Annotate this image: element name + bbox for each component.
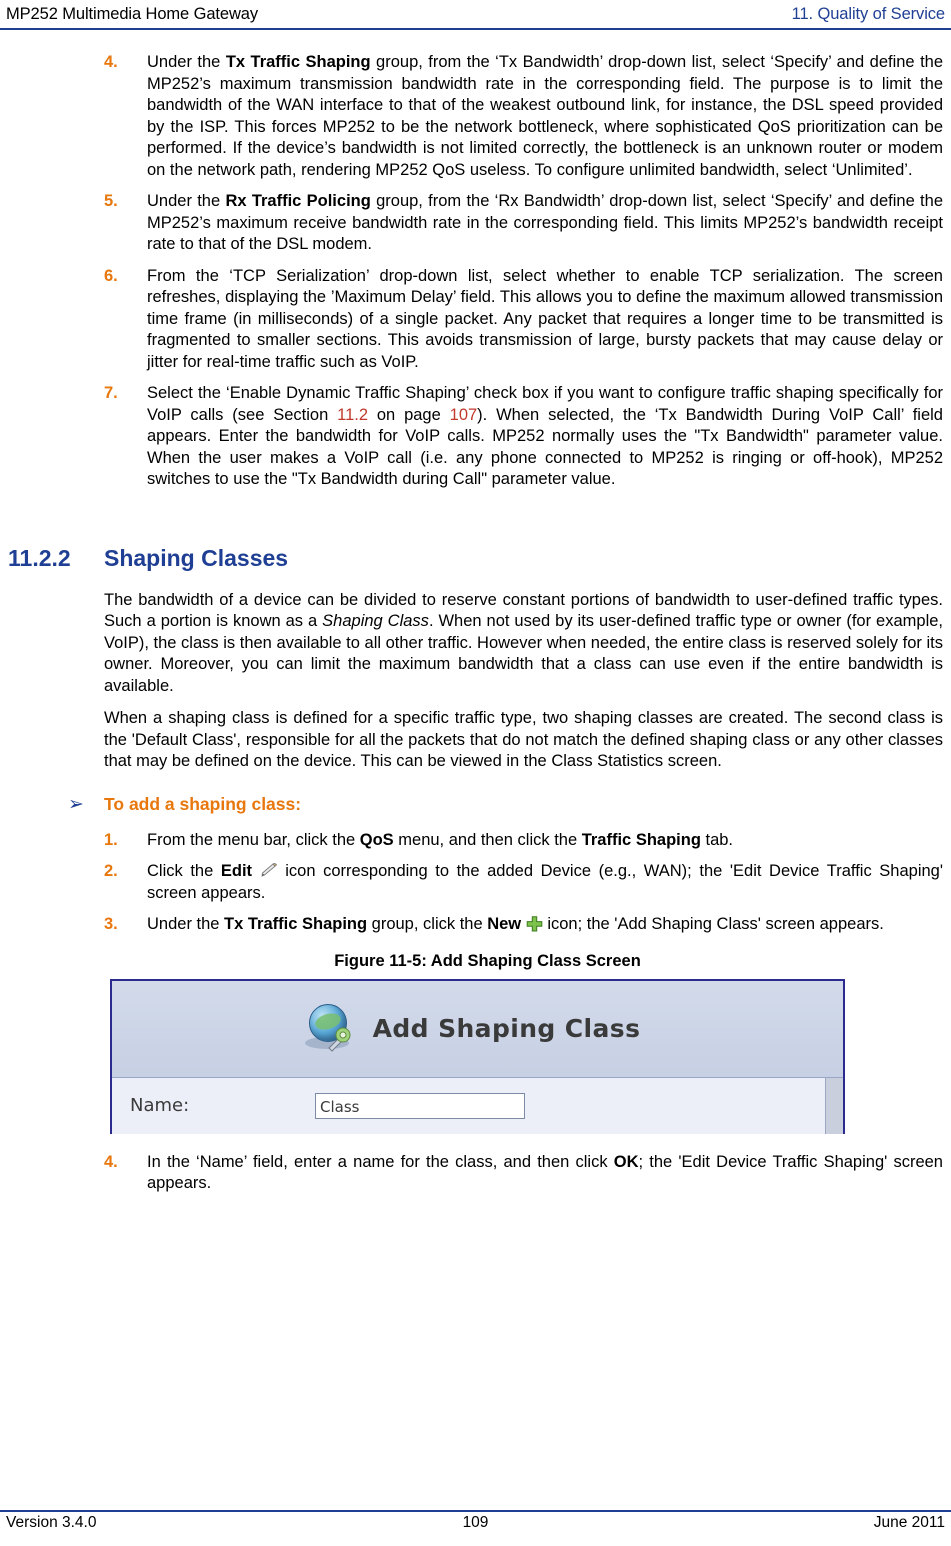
- procedure-steps-list: 1. From the menu bar, click the QoS menu,…: [0, 830, 951, 936]
- steps-top-list: 4. Under the Tx Traffic Shaping group, fr…: [0, 52, 951, 491]
- numbered-step: 4. Under the Tx Traffic Shaping group, fr…: [0, 52, 951, 181]
- step-number: 4.: [104, 1152, 118, 1171]
- step-text: Select the ‘Enable Dynamic Traffic Shapi…: [147, 384, 943, 488]
- step-number: 6.: [104, 266, 118, 285]
- figure-name-label: Name:: [130, 1095, 190, 1116]
- step-number: 3.: [104, 915, 118, 933]
- step-number: 5.: [104, 192, 118, 210]
- page-footer: Version 3.4.0 109 June 2011: [0, 1512, 951, 1538]
- pencil-icon[interactable]: [260, 862, 278, 878]
- section-number: 11.2.2: [8, 544, 71, 571]
- numbered-step: 2. Click the Edit icon corresponding to t…: [0, 861, 951, 904]
- figure-name-input[interactable]: Class: [315, 1092, 525, 1119]
- paragraph: When a shaping class is defined for a sp…: [104, 709, 943, 770]
- header-chapter-title: 11. Quality of Service: [791, 5, 946, 23]
- numbered-step: 4. In the ‘Name’ field, enter a name for …: [0, 1152, 951, 1195]
- section-heading: 11.2.2 Shaping Classes: [0, 545, 951, 572]
- step-text: Under the Tx Traffic Shaping group, clic…: [147, 915, 884, 933]
- step-number: 1.: [104, 830, 118, 849]
- header-divider: [0, 28, 951, 30]
- step-text: Click the Edit icon corresponding to the…: [147, 862, 943, 902]
- procedure-arrow-icon: ➢: [68, 793, 84, 815]
- steps-bottom-list: 4. In the ‘Name’ field, enter a name for …: [0, 1152, 951, 1195]
- step-number: 7.: [104, 384, 118, 402]
- step-number: 2.: [104, 862, 118, 880]
- page-content: 4. Under the Tx Traffic Shaping group, fr…: [0, 52, 951, 1205]
- step-text: From the menu bar, click the QoS menu, a…: [147, 830, 734, 849]
- numbered-step: 3. Under the Tx Traffic Shaping group, cl…: [0, 914, 951, 936]
- globe-wrench-icon: [303, 1003, 359, 1054]
- figure-scrollbar[interactable]: [825, 1077, 843, 1134]
- document-page: MP252 Multimedia Home Gateway 11. Qualit…: [0, 0, 951, 1546]
- paragraph: The bandwidth of a device can be divided…: [104, 590, 944, 695]
- section-title: Shaping Classes: [104, 544, 289, 571]
- figure-screen-title: Add Shaping Class: [372, 1014, 641, 1043]
- wrench-icon: [327, 1027, 351, 1052]
- numbered-step: 6. From the ‘TCP Serialization’ drop-down…: [0, 266, 951, 374]
- section-paragraphs: The bandwidth of a device can be divided…: [0, 590, 951, 773]
- page-header: MP252 Multimedia Home Gateway 11. Qualit…: [0, 0, 951, 30]
- figure-caption: Figure 11-5: Add Shaping Class Screen: [334, 951, 641, 970]
- numbered-step: 1. From the menu bar, click the QoS menu,…: [0, 830, 951, 852]
- plus-icon[interactable]: [526, 916, 543, 932]
- numbered-step: 7. Select the ‘Enable Dynamic Traffic Sha…: [0, 383, 951, 491]
- step-text: Under the Rx Traffic Policing group, fro…: [147, 192, 943, 253]
- figure-screenshot: Add Shaping Class Name: Class: [110, 978, 845, 1134]
- step-text: In the ‘Name’ field, enter a name for th…: [147, 1152, 943, 1193]
- footer-page-number: 109: [462, 1514, 489, 1531]
- numbered-step: 5. Under the Rx Traffic Policing group, f…: [0, 191, 951, 256]
- step-number: 4.: [104, 53, 118, 71]
- figure-titlebar: Add Shaping Class: [112, 980, 843, 1078]
- procedure-title: To add a shaping class:: [104, 793, 302, 814]
- procedure-heading: ➢ To add a shaping class:: [0, 793, 951, 816]
- footer-date: June 2011: [873, 1514, 945, 1531]
- header-product-title: MP252 Multimedia Home Gateway: [6, 5, 259, 23]
- step-text: From the ‘TCP Serialization’ drop-down l…: [147, 266, 943, 371]
- figure-name-row: Name: Class: [112, 1077, 843, 1134]
- step-text: Under the Tx Traffic Shaping group, from…: [147, 53, 944, 179]
